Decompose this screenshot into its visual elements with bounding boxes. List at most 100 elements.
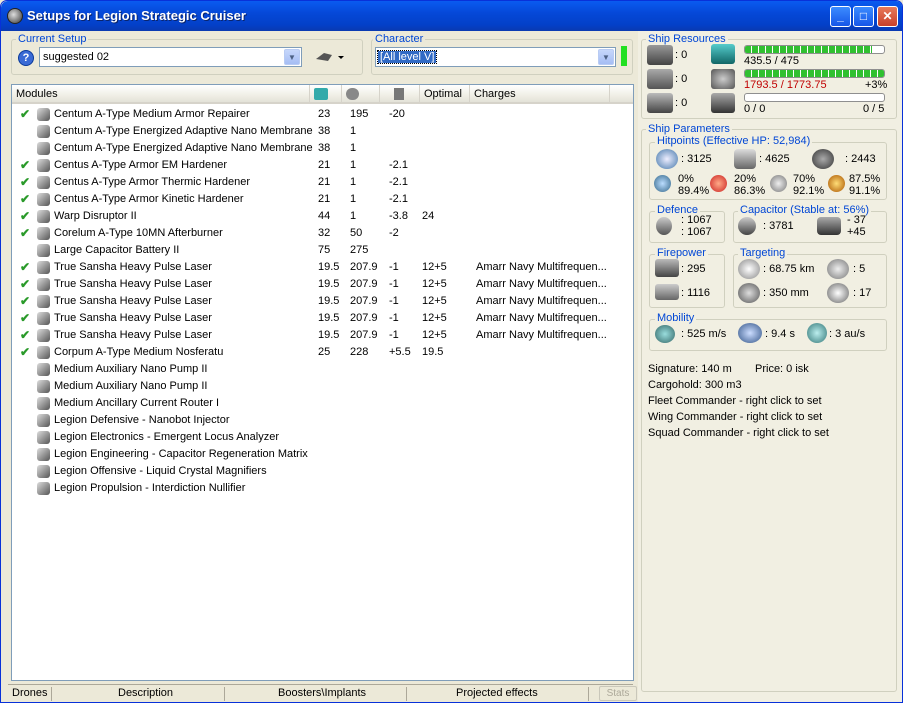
- rig-slots-value: 0 / 5: [863, 103, 885, 115]
- check-icon: ✔: [20, 192, 31, 206]
- thermal-shield-resist: 20%: [734, 173, 757, 185]
- module-icon: [37, 261, 50, 274]
- table-row[interactable]: Legion Electronics - Emergent Locus Anal…: [12, 429, 633, 446]
- table-row[interactable]: ✔ Centum A-Type Medium Armor Repairer 23 19…: [12, 106, 633, 123]
- capacitor-value: -1: [389, 295, 399, 307]
- fleet-commander[interactable]: Fleet Commander - right click to set: [648, 395, 822, 407]
- powergrid-value: 1: [350, 142, 357, 154]
- module-name: Corelum A-Type 10MN Afterburner: [54, 227, 223, 239]
- table-row[interactable]: ✔ True Sansha Heavy Pulse Laser 19.5 207.9-…: [12, 293, 633, 310]
- charges-value: Amarr Navy Multifrequen...: [476, 278, 607, 290]
- defence-value-1: : 1067: [681, 214, 712, 226]
- maximize-button[interactable]: □: [853, 6, 874, 27]
- table-row[interactable]: ✔ True Sansha Heavy Pulse Laser 19.5 207.9-…: [12, 327, 633, 344]
- powergrid-value: 207.9: [350, 312, 378, 324]
- col-cpu[interactable]: [310, 85, 342, 103]
- powergrid-value: 1: [350, 176, 357, 188]
- check-icon: ✔: [20, 209, 31, 223]
- table-row[interactable]: Legion Offensive - Liquid Crystal Magnif…: [12, 463, 633, 480]
- kinetic-armor-resist: 92.1%: [793, 185, 825, 197]
- powergrid-value: 228: [350, 346, 369, 358]
- module-name: True Sansha Heavy Pulse Laser: [54, 329, 212, 341]
- optimal-value: 12+5: [422, 261, 447, 273]
- table-row[interactable]: Medium Auxiliary Nano Pump II: [12, 378, 633, 395]
- powergrid-value: 50: [350, 227, 363, 239]
- structure-hp: : 2443: [845, 153, 876, 165]
- powergrid-value: 1: [350, 125, 357, 137]
- table-row[interactable]: ✔ Centus A-Type Armor EM Hardener 21 1 -2.1: [12, 157, 633, 174]
- thermal-armor-resist: 86.3%: [734, 185, 766, 197]
- module-icon: [37, 176, 50, 189]
- cpu-value: 435.5 / 475: [744, 55, 800, 67]
- table-row[interactable]: ✔ Warp Disruptor II 44 1 -3.8 24: [12, 208, 633, 225]
- launcher-slots: : 0: [675, 73, 688, 85]
- cpu-bar: [744, 45, 885, 54]
- setup-menu-button[interactable]: [314, 49, 344, 65]
- defence-value-2: : 1067: [681, 226, 712, 238]
- tab-projected-effects[interactable]: Projected effects: [456, 687, 538, 699]
- setup-select[interactable]: suggested 02 ▼: [39, 47, 302, 67]
- turret-dps-icon: [655, 259, 679, 277]
- chevron-down-icon[interactable]: ▼: [598, 49, 614, 65]
- capacitor-value: -3.8: [389, 210, 408, 222]
- table-row[interactable]: Legion Defensive - Nanobot Injector: [12, 412, 633, 429]
- help-icon[interactable]: ?: [18, 50, 34, 66]
- module-name: Legion Engineering - Capacitor Regenerat…: [54, 448, 308, 460]
- character-select-value: [All level V]: [376, 50, 438, 64]
- col-charges[interactable]: Charges: [470, 85, 610, 103]
- title-bar: Setups for Legion Strategic Cruiser _ □ …: [1, 1, 902, 31]
- defence-icon: [656, 217, 672, 235]
- cpu-value: 23: [318, 108, 331, 120]
- module-icon: [37, 363, 50, 376]
- col-powergrid[interactable]: [342, 85, 380, 103]
- table-row[interactable]: ✔ True Sansha Heavy Pulse Laser 19.5 207.9-…: [12, 276, 633, 293]
- tab-boosters-implants[interactable]: Boosters\Implants: [278, 687, 366, 699]
- col-capacitor[interactable]: [380, 85, 420, 103]
- setup-select-value: suggested 02: [43, 51, 110, 63]
- optimal-value: 19.5: [422, 346, 444, 358]
- table-row[interactable]: ✔ Centus A-Type Armor Kinetic Hardener 21 1…: [12, 191, 633, 208]
- structure-icon: [812, 149, 834, 169]
- table-row[interactable]: Large Capacitor Battery II 75 275: [12, 242, 633, 259]
- squad-commander[interactable]: Squad Commander - right click to set: [648, 427, 829, 439]
- stats-button[interactable]: Stats: [599, 686, 637, 701]
- col-modules[interactable]: Modules: [12, 85, 310, 103]
- check-icon: ✔: [20, 107, 31, 121]
- table-row[interactable]: Centum A-Type Energized Adaptive Nano Me…: [12, 123, 633, 140]
- chevron-down-icon[interactable]: ▼: [284, 49, 300, 65]
- module-icon: [37, 295, 50, 308]
- tab-drones[interactable]: Drones: [12, 687, 47, 699]
- table-row[interactable]: Legion Engineering - Capacitor Regenerat…: [12, 446, 633, 463]
- minimize-button[interactable]: _: [830, 6, 851, 27]
- module-name: Centus A-Type Armor EM Hardener: [54, 159, 228, 171]
- powergrid-bar: [744, 69, 885, 78]
- module-name: True Sansha Heavy Pulse Laser: [54, 312, 212, 324]
- character-select[interactable]: [All level V] ▼: [375, 47, 616, 67]
- capacitor-recharge: +45: [847, 226, 866, 238]
- powergrid-percent: +3%: [865, 79, 888, 91]
- table-row[interactable]: ✔ Centus A-Type Armor Thermic Hardener 21 1…: [12, 174, 633, 191]
- col-optimal[interactable]: Optimal: [420, 85, 470, 103]
- table-row[interactable]: Medium Auxiliary Nano Pump II: [12, 361, 633, 378]
- powergrid-icon: [711, 69, 735, 89]
- module-name: Large Capacitor Battery II: [54, 244, 180, 256]
- close-button[interactable]: ✕: [877, 6, 898, 27]
- table-row[interactable]: Medium Ancillary Current Router I: [12, 395, 633, 412]
- table-row[interactable]: Centum A-Type Energized Adaptive Nano Me…: [12, 140, 633, 157]
- table-row[interactable]: ✔ True Sansha Heavy Pulse Laser 19.5 207.9-…: [12, 310, 633, 327]
- cpu-value: 75: [318, 244, 331, 256]
- wing-commander[interactable]: Wing Commander - right click to set: [648, 411, 822, 423]
- max-velocity: : 525 m/s: [681, 328, 727, 340]
- align-time-icon: [738, 323, 762, 343]
- optimal-value: 12+5: [422, 278, 447, 290]
- module-icon: [37, 278, 50, 291]
- turret-icon: [647, 45, 673, 65]
- kinetic-resist-icon: [770, 175, 787, 192]
- table-row[interactable]: Legion Propulsion - Interdiction Nullifi…: [12, 480, 633, 497]
- table-row[interactable]: ✔ True Sansha Heavy Pulse Laser 19.5 207.9-…: [12, 259, 633, 276]
- table-row[interactable]: ✔ Corelum A-Type 10MN Afterburner 32 50 -2: [12, 225, 633, 242]
- table-row[interactable]: ✔ Corpum A-Type Medium Nosferatu 25 228 +5.5…: [12, 344, 633, 361]
- tab-description[interactable]: Description: [118, 687, 173, 699]
- warp-speed: : 3 au/s: [829, 328, 866, 340]
- capacitor-value: -2.1: [389, 193, 408, 205]
